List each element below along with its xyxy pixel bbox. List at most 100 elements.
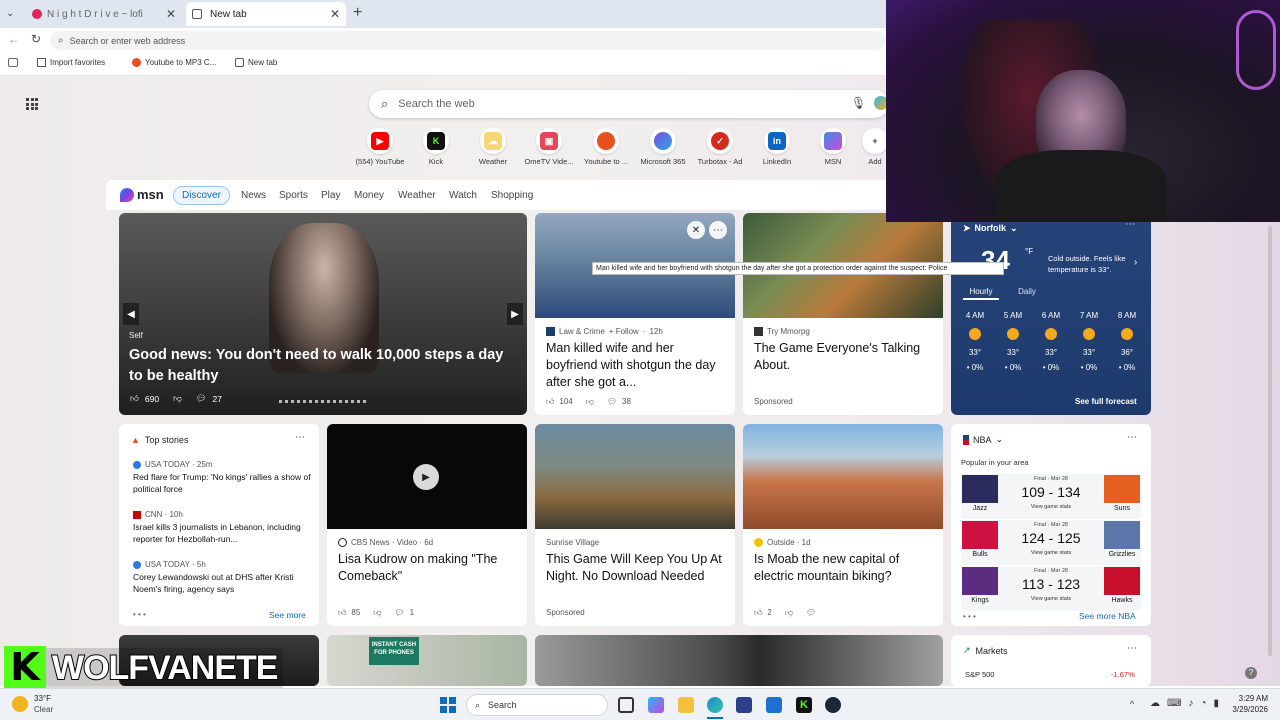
nba-game-row[interactable]: Final · Mar 28 109 - 134 View game stats Ja… (961, 474, 1141, 519)
tab-list-chevron-icon[interactable]: ⌄ (6, 8, 14, 19)
play-icon[interactable]: ▶ (413, 464, 439, 490)
story-card-partial-2[interactable]: INSTANT CASH FOR PHONES (327, 635, 527, 686)
nba-game-row[interactable]: Final · Mar 28 124 - 125 View game stats Bu… (961, 520, 1141, 565)
quicklink-youtube[interactable]: ▶ (554) YouTube (350, 128, 410, 166)
game-stats-link[interactable]: View game stats (1001, 504, 1101, 510)
close-tab-icon[interactable]: ✕ (166, 7, 176, 21)
address-bar[interactable]: ⌕ Search or enter web address (50, 31, 886, 50)
tab-watch[interactable]: Watch (449, 190, 477, 201)
story-headline[interactable]: Lisa Kudrow on making "The Comeback" (338, 551, 523, 585)
hero-headline[interactable]: Good news: You don't need to walk 10,000… (129, 345, 509, 387)
comment-icon[interactable]: 💬︎ (806, 608, 816, 618)
story-headline[interactable]: Man killed wife and her boyfriend with s… (546, 340, 726, 391)
story-card-moab[interactable]: Outside · 1d Is Moab the new capital of … (743, 424, 943, 626)
story-card-video[interactable]: ▶ CBS News · Video · 6d Lisa Kudrow on m… (327, 424, 527, 626)
store-icon[interactable] (736, 697, 752, 713)
tab-weather[interactable]: Weather (398, 190, 436, 201)
like-icon[interactable]: 👍︎ (754, 608, 762, 618)
story-headline[interactable]: The Game Everyone's Talking About. (754, 340, 939, 374)
close-tab-icon[interactable]: ✕ (330, 7, 340, 21)
full-forecast-link[interactable]: See full forecast (1075, 397, 1137, 406)
taskbar-weather-desc[interactable]: Clear (34, 705, 53, 714)
system-tray-icons[interactable]: ☁⌨♪◔▮ (1150, 698, 1226, 709)
mail-icon[interactable] (766, 697, 782, 713)
weather-location[interactable]: ➤ Norfolk ⌄ (963, 223, 1018, 234)
see-more-nba-link[interactable]: See more NBA (1079, 611, 1136, 621)
top-story-3[interactable]: USA TODAY · 5h Corey Lewandowski out at … (133, 560, 313, 595)
taskbar-date[interactable]: 3/29/2026 (1226, 705, 1268, 714)
like-icon[interactable]: 👍︎ (338, 608, 346, 618)
pager-dots[interactable]: • • • (963, 612, 976, 621)
microphone-icon[interactable]: 🎙 (851, 96, 866, 110)
collections-icon[interactable] (8, 58, 18, 67)
chevron-right-icon[interactable]: › (1134, 257, 1137, 268)
like-icon[interactable]: 👍︎ (546, 397, 554, 407)
comment-icon[interactable]: 💬︎ (607, 397, 617, 407)
tab-play[interactable]: Play (321, 190, 340, 201)
top-story-1[interactable]: USA TODAY · 25m Red flare for Trump: 'No… (133, 460, 313, 495)
game-stats-link[interactable]: View game stats (1001, 596, 1101, 602)
kick-app-icon[interactable]: K (796, 697, 812, 713)
nba-game-row[interactable]: Final · Mar 28 113 - 123 View game stats Ki… (961, 566, 1141, 611)
carousel-dots[interactable] (279, 400, 369, 403)
tab-new-tab[interactable]: New tab ✕ (186, 2, 346, 26)
taskbar-temperature[interactable]: 33°F (34, 694, 51, 703)
more-options-icon[interactable]: ⋯ (709, 221, 727, 239)
weather-moon-icon[interactable] (12, 696, 28, 712)
more-options-icon[interactable]: ⋯ (1127, 432, 1137, 443)
new-tab-plus-icon[interactable]: + (353, 4, 362, 22)
tab-news[interactable]: News (241, 190, 266, 201)
story-headline[interactable]: This Game Will Keep You Up At Night. No … (546, 551, 731, 585)
story-card-crime[interactable]: ✕ ⋯ Law & Crime + Follow · 12h Man killed… (535, 213, 735, 415)
quicklink-linkedin[interactable]: in LinkedIn (747, 128, 807, 166)
more-options-icon[interactable]: ⋯ (295, 432, 305, 443)
tab-discover[interactable]: Discover (173, 186, 230, 205)
taskbar-clock[interactable]: 3:29 AM (1236, 694, 1268, 703)
favorite-import[interactable]: Import favorites (37, 58, 105, 67)
follow-button[interactable]: + Follow (609, 327, 639, 336)
story-headline[interactable]: Is Moab the new capital of electric moun… (754, 551, 939, 585)
tab-night-drive[interactable]: N i g h t D r i v e ~ lofi ✕ (26, 2, 182, 26)
msn-logo[interactable]: msn (120, 187, 164, 202)
close-icon[interactable]: ✕ (687, 221, 705, 239)
market-index[interactable]: S&P 500 (965, 670, 994, 679)
story-card-sponsored-game[interactable]: Try Mmorpg The Game Everyone's Talking A… (743, 213, 943, 415)
quicklink-microsoft-365[interactable]: Microsoft 365 (633, 128, 693, 166)
favorite-youtube-mp3[interactable]: Youtube to MP3 C... (132, 58, 216, 67)
top-story-2[interactable]: CNN · 10h Israel kills 3 journalists in … (133, 510, 313, 545)
carousel-next-icon[interactable]: ▶ (507, 303, 523, 325)
page-scrollbar[interactable] (1268, 226, 1272, 656)
like-icon[interactable]: 👍︎ (130, 393, 139, 404)
show-hidden-icons-chevron[interactable]: ^ (1130, 699, 1134, 709)
start-windows-icon[interactable] (440, 697, 456, 713)
quicklink-turbotax[interactable]: ✓ Turbotax - Ad (690, 128, 750, 166)
dislike-icon[interactable]: 👎︎ (785, 608, 793, 618)
tab-sports[interactable]: Sports (279, 190, 308, 201)
quicklink-youtube-to[interactable]: Youtube to ... (576, 128, 636, 166)
apps-grid-icon[interactable] (26, 98, 38, 110)
tab-hourly[interactable]: Hourly (963, 285, 999, 300)
comment-icon[interactable]: 💬︎ (196, 393, 207, 404)
weather-card[interactable]: ➤ Norfolk ⌄ ⋯ 34 °F Cold outside. Feels … (951, 213, 1151, 415)
game-stats-link[interactable]: View game stats (1001, 550, 1101, 556)
pager-dots[interactable]: • • • (133, 610, 146, 619)
back-arrow-icon[interactable]: ← (8, 32, 20, 46)
edge-icon[interactable] (707, 697, 723, 713)
more-options-icon[interactable]: ⋯ (1127, 643, 1137, 654)
quicklink-ometv[interactable]: ▣ OmeTV Vide... (519, 128, 579, 166)
dislike-icon[interactable]: 👎︎ (373, 608, 381, 618)
dislike-icon[interactable]: 👎︎ (586, 397, 594, 407)
quicklink-kick[interactable]: K Kick (406, 128, 466, 166)
tab-shopping[interactable]: Shopping (491, 190, 533, 201)
markets-header[interactable]: ↗ Markets (963, 645, 1008, 656)
tab-money[interactable]: Money (354, 190, 384, 201)
see-more-link[interactable]: See more (269, 610, 306, 620)
file-explorer-icon[interactable] (678, 697, 694, 713)
copilot-icon[interactable] (648, 697, 664, 713)
comment-icon[interactable]: 💬︎ (394, 608, 404, 618)
help-icon[interactable]: ? (1245, 667, 1257, 679)
tab-daily[interactable]: Daily (1009, 285, 1045, 300)
favorite-new-tab[interactable]: New tab (235, 58, 277, 67)
web-search-box[interactable]: ⌕ Search the web 🎙 (369, 90, 889, 118)
nba-header[interactable]: NBA ⌄ (963, 434, 1003, 445)
